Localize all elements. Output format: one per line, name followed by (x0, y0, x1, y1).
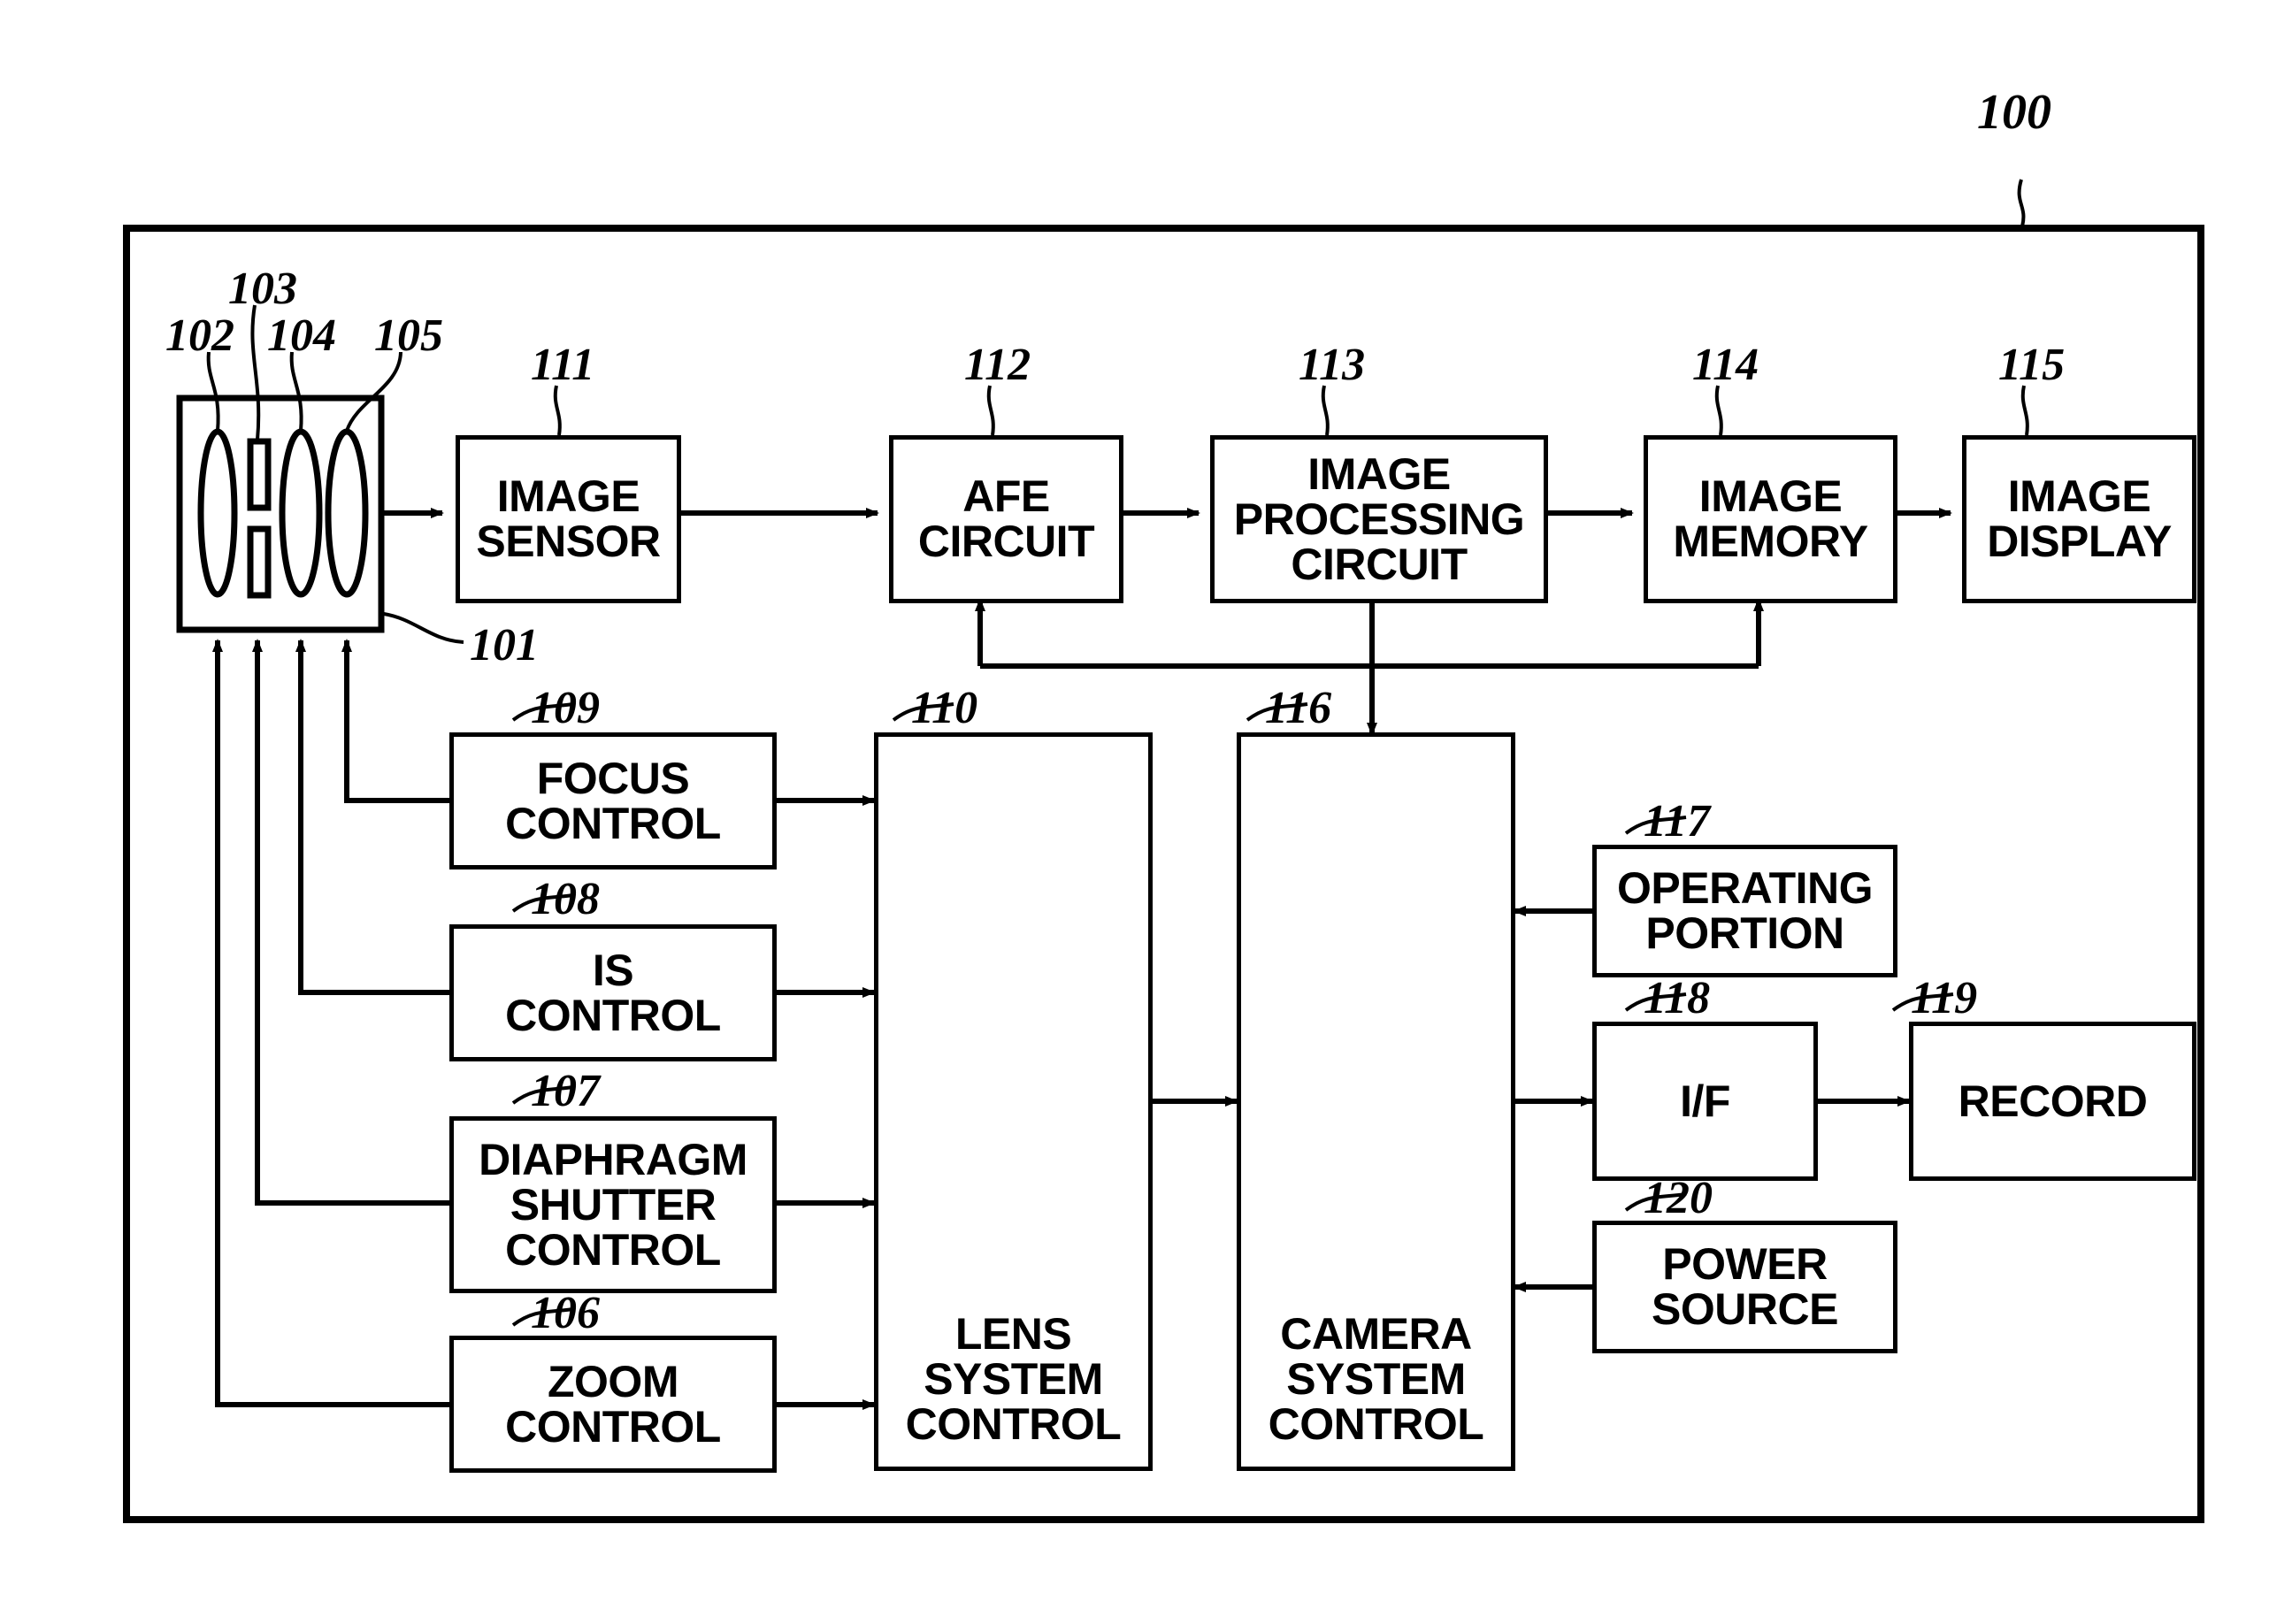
block-image-processing-line-2: CIRCUIT (1291, 539, 1468, 589)
leader-100 (2017, 179, 2026, 227)
block-operating-portion-line-0: OPERATING (1616, 863, 1874, 913)
diaphragm-blade-upper-103 (247, 438, 272, 511)
block-diaphragm-line-1: SHUTTER (510, 1179, 717, 1229)
block-diaphragm-shutter-control[interactable]: DIAPHRAGM SHUTTER CONTROL (449, 1116, 777, 1293)
block-operating-portion-line-1: PORTION (1645, 908, 1844, 958)
block-image-display-line-1: DISPLAY (1987, 517, 2172, 566)
block-image-memory[interactable]: IMAGE MEMORY (1644, 435, 1897, 603)
ref-116: 116 (1265, 683, 1332, 733)
lens-element-105 (325, 428, 369, 598)
diaphragm-blade-lower-103 (247, 525, 272, 599)
block-record-line-0: RECORD (1958, 1076, 2148, 1126)
leader-105 (345, 351, 402, 432)
route-zoom-to-102 (212, 639, 449, 1407)
ref-118: 118 (1644, 973, 1711, 1023)
leader-103 (250, 304, 261, 440)
route-diaphragm-to-103 (252, 639, 449, 1206)
ref-119: 119 (1911, 973, 1978, 1023)
block-zoom-control-line-0: ZOOM (548, 1356, 678, 1406)
block-is-control-line-1: CONTROL (505, 990, 721, 1040)
ref-115: 115 (1998, 340, 2066, 390)
block-image-sensor-line-1: SENSOR (476, 517, 661, 566)
block-image-memory-line-0: IMAGE (1698, 471, 1843, 521)
block-power-source-line-0: POWER (1662, 1239, 1828, 1289)
block-zoom-control[interactable]: ZOOM CONTROL (449, 1336, 777, 1473)
ref-103: 103 (228, 264, 297, 314)
route-is-to-104 (295, 639, 449, 995)
block-camera-system-line-0: CAMERA (1280, 1309, 1472, 1359)
block-image-memory-line-1: MEMORY (1673, 517, 1868, 566)
ref-106: 106 (531, 1288, 600, 1338)
block-image-display-line-0: IMAGE (2007, 471, 2151, 521)
block-interface[interactable]: I/F (1592, 1022, 1818, 1181)
ref-110: 110 (911, 683, 978, 733)
block-camera-system-control[interactable]: CAMERA SYSTEM CONTROL (1237, 732, 1515, 1471)
block-is-control[interactable]: IS CONTROL (449, 924, 777, 1061)
block-lens-system-line-2: CONTROL (905, 1399, 1122, 1449)
block-afe-circuit-line-0: AFE (962, 471, 1050, 521)
block-operating-portion[interactable]: OPERATING PORTION (1592, 845, 1897, 977)
block-focus-control-line-1: CONTROL (505, 798, 721, 848)
ref-100: 100 (1977, 85, 2051, 140)
ref-108: 108 (531, 874, 600, 924)
block-focus-control[interactable]: FOCUS CONTROL (449, 732, 777, 869)
block-image-processing-line-1: PROCESSING (1233, 494, 1525, 544)
ref-107: 107 (531, 1066, 600, 1116)
block-power-source-line-1: SOURCE (1652, 1284, 1838, 1334)
block-image-sensor[interactable]: IMAGE SENSOR (456, 435, 681, 603)
block-is-control-line-0: IS (592, 945, 634, 995)
ref-111: 111 (531, 340, 595, 390)
block-record[interactable]: RECORD (1909, 1022, 2196, 1181)
ref-105: 105 (374, 310, 443, 361)
ref-112: 112 (964, 340, 1031, 390)
block-camera-system-line-1: SYSTEM (1286, 1354, 1466, 1404)
block-power-source[interactable]: POWER SOURCE (1592, 1221, 1897, 1353)
block-diaphragm-line-2: CONTROL (505, 1224, 721, 1275)
block-image-processing-line-0: IMAGE (1307, 448, 1451, 499)
block-afe-circuit-line-1: CIRCUIT (917, 517, 1095, 566)
ref-102: 102 (165, 310, 234, 361)
ref-104: 104 (267, 310, 336, 361)
block-zoom-control-line-1: CONTROL (505, 1401, 721, 1452)
block-camera-system-line-2: CONTROL (1268, 1399, 1484, 1449)
block-lens-system-line-1: SYSTEM (924, 1354, 1103, 1404)
block-interface-line-0: I/F (1680, 1076, 1730, 1126)
ref-113: 113 (1299, 340, 1366, 390)
route-focus-to-105 (341, 639, 449, 803)
leader-104 (289, 351, 303, 432)
lens-element-104 (279, 428, 323, 598)
block-image-sensor-line-0: IMAGE (496, 471, 640, 521)
block-lens-system-control[interactable]: LENS SYSTEM CONTROL (874, 732, 1153, 1471)
ref-117: 117 (1644, 796, 1711, 846)
figure-canvas: 100 101 102 103 104 105 106 107 108 109 … (0, 0, 2269, 1624)
leader-101 (383, 612, 464, 644)
ref-109: 109 (531, 683, 600, 733)
block-focus-control-line-0: FOCUS (536, 753, 690, 803)
block-diaphragm-line-0: DIAPHRAGM (479, 1134, 747, 1184)
ref-101: 101 (470, 620, 539, 670)
block-afe-circuit[interactable]: AFE CIRCUIT (889, 435, 1123, 603)
leader-102 (206, 351, 220, 432)
block-image-display[interactable]: IMAGE DISPLAY (1962, 435, 2196, 603)
block-lens-system-line-0: LENS (954, 1309, 1072, 1359)
block-image-processing-circuit[interactable]: IMAGE PROCESSING CIRCUIT (1210, 435, 1548, 603)
ref-114: 114 (1692, 340, 1759, 390)
lens-element-102 (197, 428, 238, 598)
